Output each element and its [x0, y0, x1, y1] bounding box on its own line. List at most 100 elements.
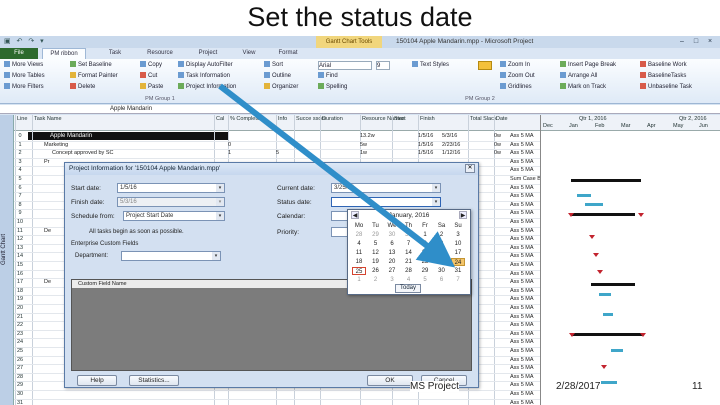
- gantt-summary-bar[interactable]: [571, 179, 641, 182]
- calendar-day[interactable]: 2: [435, 231, 449, 239]
- calendar-day[interactable]: 28: [402, 267, 416, 275]
- unbaseline-task-button[interactable]: Unbaseline Task: [640, 83, 692, 92]
- calendar-day[interactable]: 26: [369, 267, 383, 275]
- date-cell[interactable]: Ass 5 MA: [510, 314, 534, 320]
- dur-cell[interactable]: 1w: [360, 150, 367, 156]
- date-cell[interactable]: Ass 5 MA: [510, 400, 534, 405]
- calendar-day[interactable]: 11: [352, 249, 366, 257]
- date-cell[interactable]: Ass 5 MA: [510, 150, 534, 156]
- row-number[interactable]: 20: [15, 305, 25, 311]
- date-cell[interactable]: Ass 5 MA: [510, 296, 534, 302]
- date-cell[interactable]: Ass 5 MA: [510, 236, 534, 242]
- next-month-button[interactable]: ▶: [459, 211, 467, 219]
- start-date-field[interactable]: 1/5/16 ▾: [117, 183, 225, 193]
- column-header[interactable]: Line: [17, 116, 27, 122]
- date-cell[interactable]: Ass 5 MA: [510, 167, 534, 173]
- calendar-day[interactable]: 7: [451, 276, 465, 284]
- dropdown-arrow-icon[interactable]: ▾: [216, 212, 224, 220]
- column-header[interactable]: Task Name: [34, 116, 62, 122]
- date-cell[interactable]: Ass 5 MA: [510, 382, 534, 388]
- tab-project[interactable]: Project: [190, 48, 226, 59]
- calendar-day[interactable]: 3: [385, 276, 399, 284]
- milestone-marker[interactable]: [640, 333, 646, 337]
- date-cell[interactable]: Ass 5 MA: [510, 142, 534, 148]
- baseline-tasks-button[interactable]: BaselineTasks: [640, 72, 686, 81]
- paste-button[interactable]: Paste: [140, 83, 163, 92]
- row-number[interactable]: 31: [15, 400, 25, 405]
- date-cell[interactable]: Ass 5 MA: [510, 374, 534, 380]
- format-painter-button[interactable]: Format Painter: [70, 72, 118, 81]
- calendar-day[interactable]: 27: [385, 267, 399, 275]
- date-cell[interactable]: Ass 5 MA: [510, 279, 534, 285]
- row-number[interactable]: 21: [15, 314, 25, 320]
- cut-button[interactable]: Cut: [140, 72, 157, 81]
- column-header[interactable]: Info: [278, 116, 287, 122]
- date-cell[interactable]: Ass 5 MA: [510, 288, 534, 294]
- slack-cell[interactable]: 0w: [494, 142, 501, 148]
- gantt-summary-bar[interactable]: [571, 333, 643, 336]
- row-number[interactable]: 27: [15, 365, 25, 371]
- slack-cell[interactable]: 0w: [494, 150, 501, 156]
- calendar-day[interactable]: 15: [418, 249, 432, 257]
- date-cell[interactable]: Ass 5 MA: [510, 193, 534, 199]
- date-cell[interactable]: Ass 5 MA: [510, 262, 534, 268]
- row-number[interactable]: 0: [15, 133, 25, 139]
- milestone-marker[interactable]: [593, 253, 599, 257]
- row-number[interactable]: 17: [15, 279, 25, 285]
- row-number[interactable]: 24: [15, 339, 25, 345]
- row-number[interactable]: 9: [15, 210, 25, 216]
- row-number[interactable]: 16: [15, 271, 25, 277]
- calendar-day[interactable]: 3: [451, 231, 465, 239]
- gantt-task-bar[interactable]: [601, 381, 617, 384]
- calendar-day[interactable]: 16: [435, 249, 449, 257]
- calendar-day[interactable]: 25: [352, 267, 366, 275]
- gantt-task-bar[interactable]: [599, 293, 611, 296]
- department-select[interactable]: ▾: [121, 251, 221, 261]
- calendar-day[interactable]: 10: [451, 240, 465, 248]
- calendar-day[interactable]: 17: [451, 249, 465, 257]
- statistics-button[interactable]: Statistics...: [129, 375, 179, 386]
- calendar-day[interactable]: 23: [435, 258, 449, 266]
- row-number[interactable]: 10: [15, 219, 25, 225]
- task-information-button[interactable]: Task Information: [178, 72, 230, 81]
- column-header[interactable]: Cal: [216, 116, 224, 122]
- gantt-summary-bar[interactable]: [591, 283, 635, 286]
- date-cell[interactable]: Ass 5 MA: [510, 365, 534, 371]
- zoom-out-button[interactable]: Zoom Out: [500, 72, 535, 81]
- date-cell[interactable]: Ass 5 MA: [510, 228, 534, 234]
- calendar-day[interactable]: 1: [418, 231, 432, 239]
- bold-highlight-button[interactable]: [478, 61, 492, 70]
- set-baseline-button[interactable]: Set Baseline: [70, 61, 112, 70]
- calendar-day[interactable]: 2: [369, 276, 383, 284]
- calendar-day[interactable]: 5: [418, 276, 432, 284]
- column-header[interactable]: Date: [496, 116, 508, 122]
- date-cell[interactable]: Ass 5 MA: [510, 210, 534, 216]
- start-cell[interactable]: 1/5/16: [418, 150, 433, 156]
- today-button[interactable]: Today: [395, 284, 421, 293]
- date-cell[interactable]: Ass 5 MA: [510, 305, 534, 311]
- dropdown-arrow-icon[interactable]: ▾: [216, 184, 224, 192]
- column-header[interactable]: Total Slack: [470, 116, 497, 122]
- row-number[interactable]: 15: [15, 262, 25, 268]
- milestone-marker[interactable]: [568, 213, 574, 217]
- date-cell[interactable]: Ass 5 MA: [510, 185, 534, 191]
- font-name-select[interactable]: Arial: [318, 61, 372, 70]
- outline-button[interactable]: Outline: [264, 72, 291, 81]
- calendar-day[interactable]: 20: [385, 258, 399, 266]
- calendar-day[interactable]: 18: [352, 258, 366, 266]
- dropdown-arrow-icon[interactable]: ▾: [432, 198, 440, 206]
- task-name-cell[interactable]: Pr: [44, 159, 50, 165]
- date-cell[interactable]: Ass 5 MA: [510, 271, 534, 277]
- date-cell[interactable]: Ass 5 MA: [510, 348, 534, 354]
- calendar-day[interactable]: 6: [435, 276, 449, 284]
- font-size-select[interactable]: 9: [376, 61, 390, 70]
- calendar-day[interactable]: 28: [352, 231, 366, 239]
- help-button[interactable]: Help: [77, 375, 117, 386]
- dropdown-arrow-icon[interactable]: ▾: [212, 252, 220, 260]
- calendar-day[interactable]: 31: [451, 267, 465, 275]
- row-number[interactable]: 8: [15, 202, 25, 208]
- row-number[interactable]: 3: [15, 159, 25, 165]
- row-number[interactable]: 2: [15, 150, 25, 156]
- date-cell[interactable]: Ass 5 MA: [510, 219, 534, 225]
- tab-resource[interactable]: Resource: [140, 48, 180, 59]
